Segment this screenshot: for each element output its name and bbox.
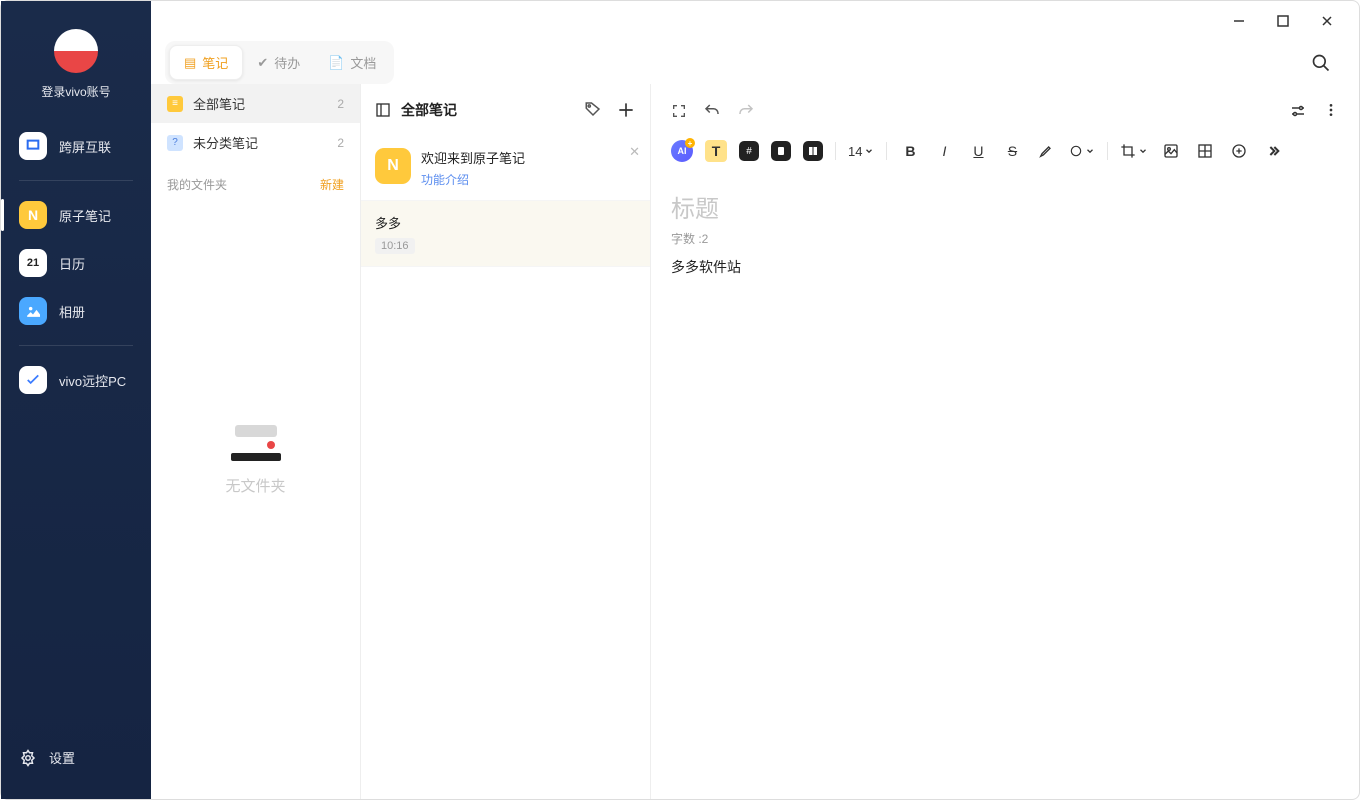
folder-count: 2 [337, 97, 344, 111]
sidebar-item-label: vivo远控PC [59, 371, 126, 390]
highlight-icon[interactable] [1035, 140, 1057, 162]
more-icon[interactable] [1323, 102, 1339, 120]
folder-uncategorized[interactable]: ? 未分类笔记 2 [151, 123, 360, 162]
note-icon: N [19, 201, 47, 229]
divider [19, 345, 133, 346]
folder-panel: ≡ 全部笔记 2 ? 未分类笔记 2 我的文件夹 新建 无文件夹 [151, 84, 361, 799]
folder-all-notes[interactable]: ≡ 全部笔记 2 [151, 84, 360, 123]
note-subtitle[interactable]: 功能介绍 [421, 171, 525, 188]
table-icon[interactable] [1194, 140, 1216, 162]
bold-icon[interactable]: B [899, 140, 921, 162]
note-thumb-icon: N [375, 148, 411, 184]
calendar-icon: 21 [19, 249, 47, 277]
note-list-panel: 全部笔记 ✕ N 欢迎来到原子笔记 [361, 84, 651, 799]
add-circle-icon[interactable] [1228, 140, 1250, 162]
title-input[interactable]: 标题 [671, 177, 1339, 230]
note-title: 多多 [375, 213, 636, 232]
word-count: 字数 :2 [671, 230, 1339, 257]
gear-icon [19, 749, 37, 767]
app-sidebar: 登录vivo账号 跨屏互联 N 原子笔记 21 日历 相册 [1, 1, 151, 799]
minimize-button[interactable] [1219, 5, 1259, 37]
text-style-icon[interactable]: T [705, 140, 727, 162]
tab-label: 待办 [274, 53, 300, 72]
editor-toolbar: AI T # 14 B I [671, 132, 1339, 177]
sidebar-item-calendar[interactable]: 21 日历 [1, 239, 151, 287]
avatar[interactable] [54, 29, 98, 73]
font-size-picker[interactable]: 14 [848, 144, 874, 159]
note-card-duoduo[interactable]: 多多 10:16 [361, 201, 650, 267]
sidebar-item-label: 跨屏互联 [59, 137, 111, 156]
note-list-header: 全部笔记 [361, 84, 650, 136]
note-time: 10:16 [375, 238, 415, 254]
image-icon[interactable] [1160, 140, 1182, 162]
tag-icon[interactable] [584, 100, 602, 120]
fullscreen-icon[interactable] [671, 103, 687, 119]
note-list-title: 全部笔记 [401, 100, 457, 120]
empty-folders: 无文件夹 [151, 421, 360, 496]
window-titlebar [151, 1, 1359, 41]
folder-icon: ? [167, 135, 183, 151]
link-icon [19, 132, 47, 160]
todo-tab-icon: ✔ [257, 55, 268, 71]
sidebar-item-label: 日历 [59, 254, 85, 273]
settings-sliders-icon[interactable] [1289, 102, 1307, 120]
tab-label: 笔记 [202, 53, 228, 72]
ai-icon[interactable]: AI [671, 140, 693, 162]
folder-icon: ≡ [167, 96, 183, 112]
sidebar-settings[interactable]: 设置 [1, 736, 151, 779]
italic-icon[interactable]: I [933, 140, 955, 162]
heading-icon[interactable]: # [739, 141, 759, 161]
note-card-welcome[interactable]: ✕ N 欢迎来到原子笔记 功能介绍 [361, 136, 650, 201]
sidebar-item-notes[interactable]: N 原子笔记 [1, 191, 151, 239]
sidebar-item-label: 原子笔记 [59, 206, 111, 225]
login-label[interactable]: 登录vivo账号 [1, 83, 151, 100]
column-icon[interactable] [803, 141, 823, 161]
settings-label: 设置 [49, 748, 75, 767]
strike-icon[interactable]: S [1001, 140, 1023, 162]
section-label: 我的文件夹 [167, 176, 227, 193]
note-tab-icon: ▤ [184, 55, 196, 71]
sidebar-item-remote[interactable]: vivo远控PC [1, 356, 151, 404]
tab-label: 文档 [350, 53, 376, 72]
divider [19, 180, 133, 181]
my-folders-header: 我的文件夹 新建 [151, 162, 360, 201]
tab-docs[interactable]: 📄 文档 [314, 45, 390, 80]
empty-label: 无文件夹 [151, 475, 360, 496]
tab-todo[interactable]: ✔ 待办 [243, 45, 314, 80]
editor-body[interactable]: 多多软件站 [671, 257, 1339, 277]
undo-icon[interactable] [703, 102, 721, 120]
tab-notes[interactable]: ▤ 笔记 [169, 45, 243, 80]
more-tools-icon[interactable] [1262, 140, 1284, 162]
crop-icon[interactable] [1120, 143, 1148, 159]
editor-panel: AI T # 14 B I [651, 84, 1359, 799]
folder-label: 未分类笔记 [193, 133, 258, 152]
folder-label: 全部笔记 [193, 94, 245, 113]
close-icon[interactable]: ✕ [629, 144, 640, 160]
note-title: 欢迎来到原子笔记 [421, 148, 525, 167]
maximize-button[interactable] [1263, 5, 1303, 37]
sidebar-item-label: 相册 [59, 302, 85, 321]
empty-icon [231, 421, 281, 461]
new-folder-button[interactable]: 新建 [320, 176, 344, 193]
folder-count: 2 [337, 136, 344, 150]
layout-toggle-icon[interactable] [375, 102, 391, 118]
circle-picker[interactable] [1069, 144, 1095, 158]
sidebar-item-crossscreen[interactable]: 跨屏互联 [1, 122, 151, 170]
photo-icon [19, 297, 47, 325]
add-note-button[interactable] [616, 100, 636, 120]
doc-tab-icon: 📄 [328, 55, 344, 71]
search-button[interactable] [1305, 47, 1337, 79]
clipboard-icon[interactable] [771, 141, 791, 161]
close-button[interactable] [1307, 5, 1347, 37]
remote-icon [19, 366, 47, 394]
sidebar-item-photos[interactable]: 相册 [1, 287, 151, 335]
underline-icon[interactable]: U [967, 140, 989, 162]
redo-icon[interactable] [737, 102, 755, 120]
